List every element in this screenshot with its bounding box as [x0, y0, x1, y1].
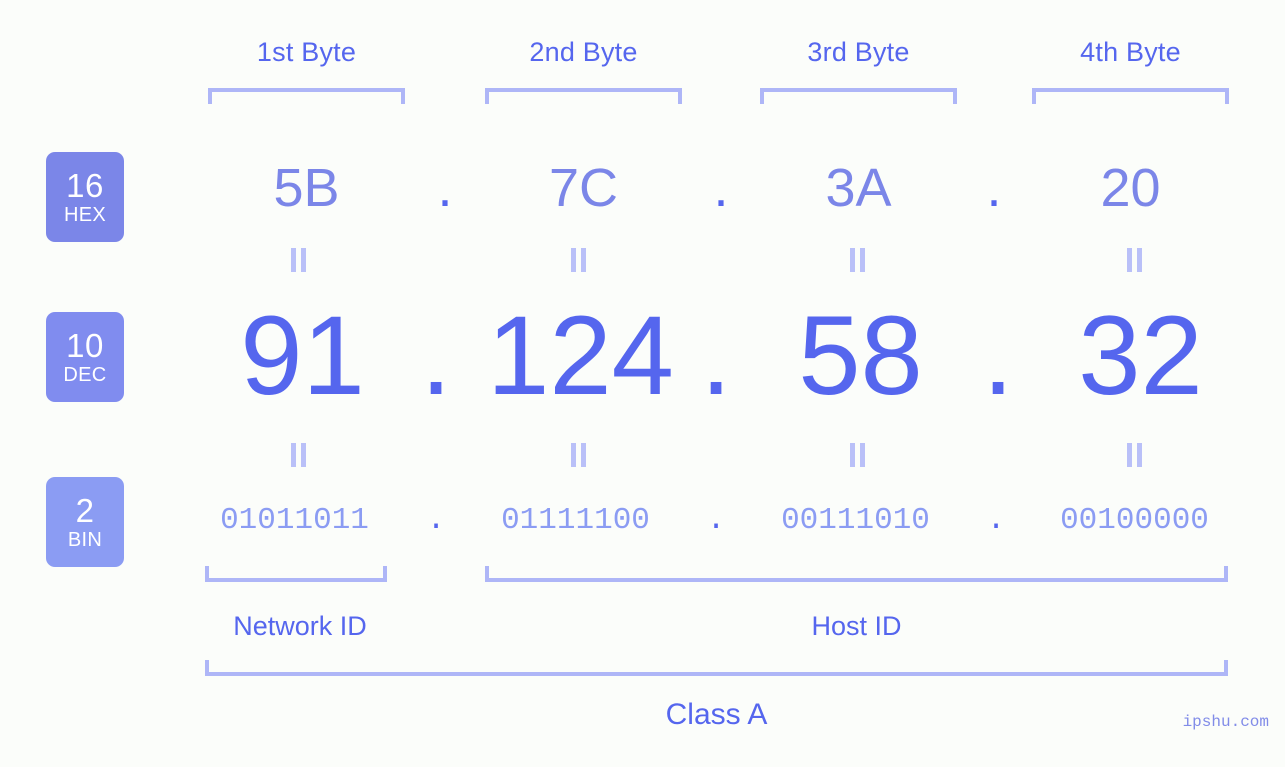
bin-separator-3: . [986, 503, 1006, 538]
byte-bracket-2 [485, 88, 682, 104]
hex-value-3: 3A [825, 158, 892, 218]
hex-separator-2: . [713, 158, 729, 218]
equals-mark-dec-bin-3 [847, 443, 869, 467]
bin-separator-1: . [426, 503, 446, 538]
hex-value-1: 5B [273, 158, 340, 218]
bin-value-4: 00100000 [1060, 503, 1209, 538]
dec-value-4: 32 [1078, 293, 1203, 418]
bin-value-2: 01111100 [501, 503, 650, 538]
network-id-label: Network ID [233, 611, 367, 641]
dec-badge-system: DEC [63, 364, 107, 386]
byte-header-1: 1st Byte [256, 37, 357, 67]
byte-bracket-1 [208, 88, 405, 104]
equals-mark-hex-dec-1 [288, 248, 310, 272]
hex-value-2: 7C [548, 158, 619, 218]
byte-header-2: 2nd Byte [529, 37, 638, 67]
network-id-bracket [205, 566, 387, 582]
dec-separator-2: . [700, 293, 732, 418]
dec-value-3: 58 [798, 293, 923, 418]
hex-separator-1: . [437, 158, 453, 218]
byte-header-4: 4th Byte [1080, 37, 1181, 67]
hex-badge: 16 HEX [46, 152, 124, 242]
host-id-label: Host ID [811, 611, 902, 641]
byte-bracket-4 [1032, 88, 1229, 104]
equals-mark-dec-bin-1 [288, 443, 310, 467]
dec-value-1: 91 [240, 293, 365, 418]
byte-bracket-3 [760, 88, 957, 104]
byte-header-3: 3rd Byte [807, 37, 910, 67]
dec-badge-number: 10 [66, 327, 104, 364]
bin-badge-system: BIN [67, 529, 103, 551]
dec-badge: 10 DEC [46, 312, 124, 402]
host-id-bracket [485, 566, 1228, 582]
hex-separator-3: . [986, 158, 1002, 218]
ip-class-bracket [205, 660, 1228, 676]
dec-value-2: 124 [487, 293, 674, 418]
dec-separator-1: . [420, 293, 452, 418]
hex-value-4: 20 [1100, 158, 1161, 218]
equals-mark-hex-dec-3 [847, 248, 869, 272]
equals-mark-hex-dec-2 [568, 248, 590, 272]
ip-class-label: Class A [665, 698, 768, 731]
equals-mark-hex-dec-4 [1124, 248, 1146, 272]
equals-mark-dec-bin-2 [568, 443, 590, 467]
dec-separator-3: . [982, 293, 1014, 418]
bin-value-1: 01011011 [220, 503, 369, 538]
site-watermark: ipshu.com [1182, 713, 1269, 731]
bin-value-3: 00111010 [781, 503, 930, 538]
bin-badge-number: 2 [75, 492, 95, 529]
bin-badge: 2 BIN [46, 477, 124, 567]
ip-byte-breakdown-diagram: 1st Byte 2nd Byte 3rd Byte 4th Byte 16 H… [0, 0, 1285, 767]
hex-badge-number: 16 [66, 167, 104, 204]
equals-mark-dec-bin-4 [1124, 443, 1146, 467]
hex-badge-system: HEX [63, 204, 107, 226]
bin-separator-2: . [706, 503, 726, 538]
